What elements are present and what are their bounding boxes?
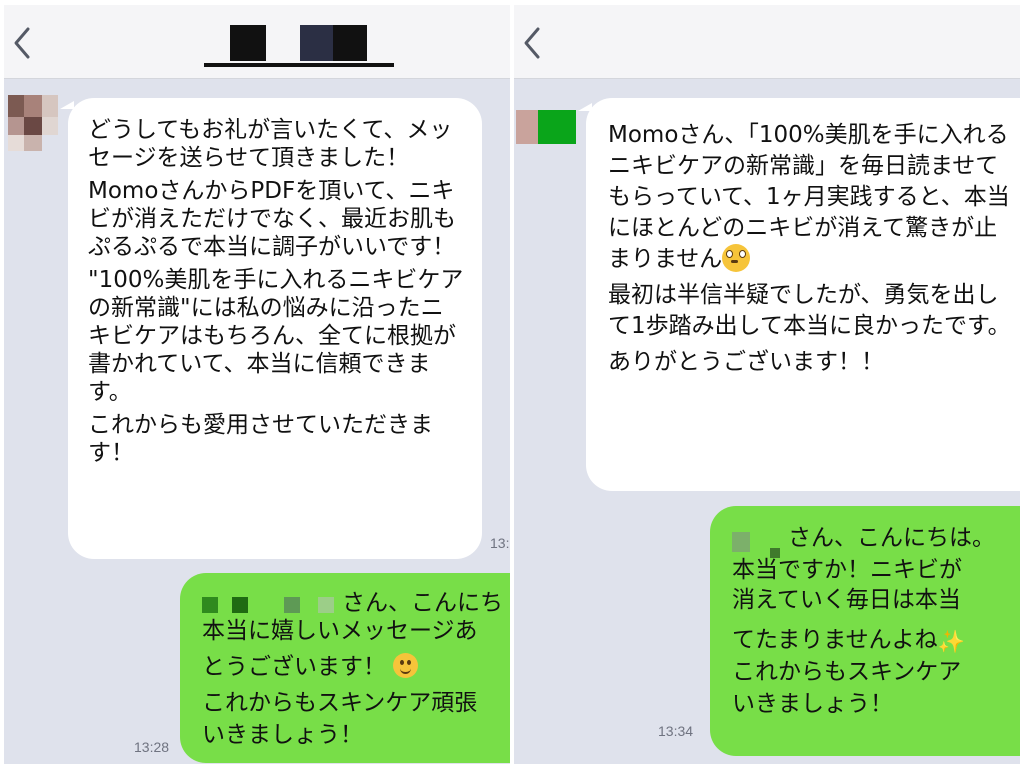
avatar[interactable] xyxy=(8,95,60,151)
message-line: いきましょう！ xyxy=(202,722,363,748)
incoming-message[interactable]: Momoさん、「100%美肌を手に入れるニキビケアの新常識」を毎日読ませてもらっ… xyxy=(586,98,1020,491)
message-timestamp: 13:28 xyxy=(134,739,170,755)
message-paragraph: ありがとうございます！！ xyxy=(608,349,884,375)
chat-panel-right: Momoさん、「100%美肌を手に入れるニキビケアの新常識」を毎日読ませてもらっ… xyxy=(514,5,1020,764)
message-paragraph: これからも愛用させていただきます！ xyxy=(88,412,433,466)
message-paragraph: MomoさんからPDFを頂いて、ニキビが消えただけでなく、最近お肌もぷるぷるで本… xyxy=(88,178,456,260)
sparkles-emoji: ✨ xyxy=(937,630,966,655)
outgoing-message[interactable]: さん、こんにち 本当に嬉しいメッセージあ とうございます！ これからもスキンケア… xyxy=(180,573,510,763)
message-line: 本当ですか！ニキビが xyxy=(732,557,962,583)
outgoing-message[interactable]: さん、こんにちは。 本当ですか！ニキビが 消えていく毎日は本当 てたまりませんよ… xyxy=(710,506,1020,756)
flushed-face-emoji xyxy=(722,244,751,272)
chat-header xyxy=(514,5,1020,79)
avatar[interactable] xyxy=(516,110,576,144)
message-paragraph: どうしてもお礼が言いたくて、メッセージを送らせて頂きました！ xyxy=(88,117,453,171)
chat-panel-left: どうしてもお礼が言いたくて、メッセージを送らせて頂きました！ MomoさんからP… xyxy=(4,5,510,764)
message-line: てたまりませんよね✨ xyxy=(732,627,966,655)
message-line: 消えていく毎日は本当 xyxy=(732,587,961,613)
message-line: 本当に嬉しいメッセージあ xyxy=(202,618,478,644)
message-paragraph: 最初は半信半疑でしたが、勇気を出して1歩踏み出して本当に良かったです。 xyxy=(608,282,1011,339)
message-paragraph: "100%美肌を手に入れるニキビケアの新常識"には私の悩みに沿ったニキビケアはも… xyxy=(88,267,464,405)
bubble-tail xyxy=(60,101,74,109)
message-timestamp: 13:2 xyxy=(490,535,510,551)
chevron-left-icon[interactable] xyxy=(10,23,34,63)
chevron-left-icon[interactable] xyxy=(520,23,544,63)
message-line: とうございます！ xyxy=(202,653,510,689)
message-line: これからもスキンケア頑張 xyxy=(202,690,478,716)
greeting-line: さん、こんにちは。 xyxy=(732,522,1020,558)
message-timestamp: 13:34 xyxy=(658,723,694,739)
smile-emoji xyxy=(393,653,419,678)
incoming-message[interactable]: どうしてもお礼が言いたくて、メッセージを送らせて頂きました！ MomoさんからP… xyxy=(68,98,482,559)
message-line: いきましょう！ xyxy=(732,691,893,717)
chat-header xyxy=(4,5,510,79)
greeting-line: さん、こんにち xyxy=(202,587,510,617)
message-paragraph: Momoさん、「100%美肌を手に入れるニキビケアの新常識」を毎日読ませてもらっ… xyxy=(608,122,1010,272)
message-line: これからもスキンケア xyxy=(732,659,962,685)
